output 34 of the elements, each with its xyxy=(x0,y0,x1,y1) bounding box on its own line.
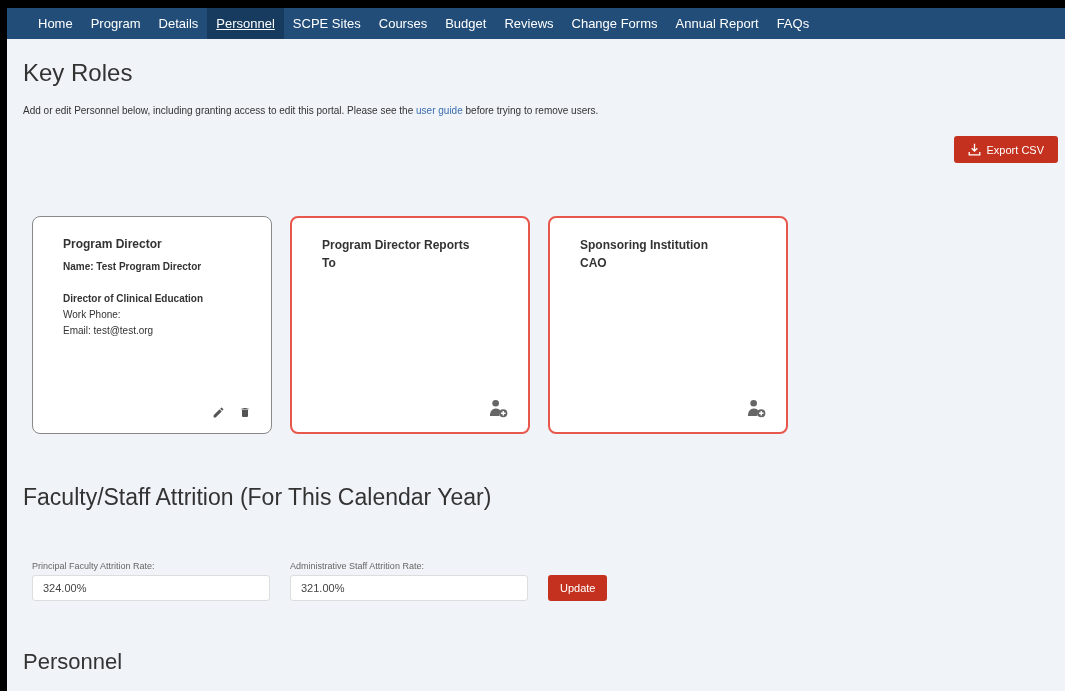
nav-tab[interactable]: Personnel xyxy=(207,8,284,39)
nav-tab[interactable]: FAQs xyxy=(767,8,819,39)
nav-tab[interactable]: SCPE Sites xyxy=(283,8,370,39)
nav-tab[interactable]: Annual Report xyxy=(666,8,768,39)
export-csv-button[interactable]: Export CSV xyxy=(953,136,1058,163)
update-button[interactable]: Update xyxy=(548,575,608,601)
field-label: Principal Faculty Attrition Rate: xyxy=(32,561,156,571)
rate-input[interactable]: 321.00% xyxy=(290,575,528,601)
add-user-icon[interactable] xyxy=(489,399,508,418)
add-user-icon[interactable] xyxy=(747,399,766,418)
pencil-icon[interactable] xyxy=(212,406,225,419)
person-position: Director of Clinical Education xyxy=(63,292,205,306)
person-name: Name: Test Program Director xyxy=(63,260,203,274)
card-title: Program Director Reports To xyxy=(322,237,471,272)
nav-tab[interactable]: Program xyxy=(81,8,150,39)
user-guide-link[interactable]: user guide xyxy=(416,105,463,116)
nav-tab[interactable]: Reviews xyxy=(495,8,563,39)
card-title: Program Director xyxy=(63,236,163,253)
rate-input[interactable]: 324.00% xyxy=(32,575,270,601)
nav-tab[interactable]: Budget xyxy=(436,8,496,39)
card-title: Sponsoring Institution CAO xyxy=(580,237,709,272)
nav-tab[interactable]: Courses xyxy=(369,8,437,39)
nav-tab[interactable]: Details xyxy=(149,8,208,39)
nav-tab[interactable]: Home xyxy=(29,8,82,39)
person-email: Email: test@test.org xyxy=(63,324,155,338)
section-heading: Personnel xyxy=(23,649,124,675)
page-heading: Key Roles xyxy=(23,59,134,87)
download-icon xyxy=(967,143,981,156)
work-phone: Work Phone: xyxy=(63,308,122,322)
nav-tab[interactable]: Change Forms xyxy=(562,8,667,39)
intro-text: Add or edit Personnel below, including granting access to edit this portal. Please see the user guide before trying to remove users. xyxy=(23,105,600,116)
trash-icon[interactable] xyxy=(239,406,251,419)
section-heading: Faculty/Staff Attrition (For This Calendar Year) xyxy=(23,484,493,511)
field-label: Administrative Staff Attrition Rate: xyxy=(290,561,425,571)
